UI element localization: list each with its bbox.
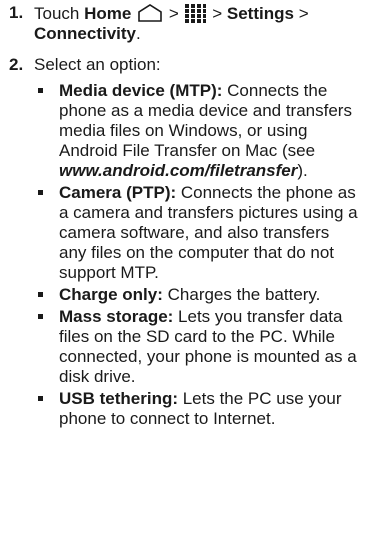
bullet-icon	[38, 396, 43, 401]
home-label: Home	[84, 4, 132, 23]
bullet-icon	[38, 292, 43, 297]
filetransfer-link[interactable]: www.android.com/filetransfer	[59, 161, 297, 180]
separator: >	[212, 4, 223, 23]
home-icon	[136, 3, 164, 23]
option-media-device: Media device (MTP): Connects the phone a…	[0, 81, 365, 181]
bullet-icon	[38, 190, 43, 195]
option-description-tail: ).	[297, 161, 308, 180]
bullet-icon	[38, 314, 43, 319]
option-title: Mass storage:	[59, 307, 174, 326]
option-description: Charges the battery.	[162, 285, 321, 304]
period: .	[136, 24, 141, 43]
option-mass-storage: Mass storage: Lets you transfer data fil…	[0, 307, 365, 387]
step-1: 1. Touch Home > > Settings > Connectivit…	[0, 3, 365, 44]
step-text: Select an option:	[34, 55, 161, 74]
option-title: Charge only:	[59, 285, 163, 304]
step-number: 2.	[9, 55, 24, 74]
option-title: Camera (PTP):	[59, 183, 177, 202]
option-charge-only: Charge only: Charges the battery.	[0, 285, 365, 305]
step-2: 2. Select an option:	[0, 55, 365, 75]
connectivity-label: Connectivity	[34, 24, 137, 43]
bullet-icon	[38, 88, 43, 93]
step-text-touch: Touch	[34, 4, 80, 23]
separator: >	[168, 4, 179, 23]
instructions-page: 1. Touch Home > > Settings > Connectivit…	[0, 0, 365, 550]
option-title: Media device (MTP):	[59, 81, 223, 100]
apps-grid-icon	[183, 3, 207, 23]
option-camera: Camera (PTP): Connects the phone as a ca…	[0, 183, 365, 283]
settings-label: Settings	[226, 4, 294, 23]
option-title: USB tethering:	[59, 389, 178, 408]
separator: >	[298, 4, 309, 23]
step-number: 1.	[9, 3, 24, 22]
option-usb-tethering: USB tethering: Lets the PC use your phon…	[0, 389, 365, 429]
option-list: Media device (MTP): Connects the phone a…	[0, 81, 365, 429]
